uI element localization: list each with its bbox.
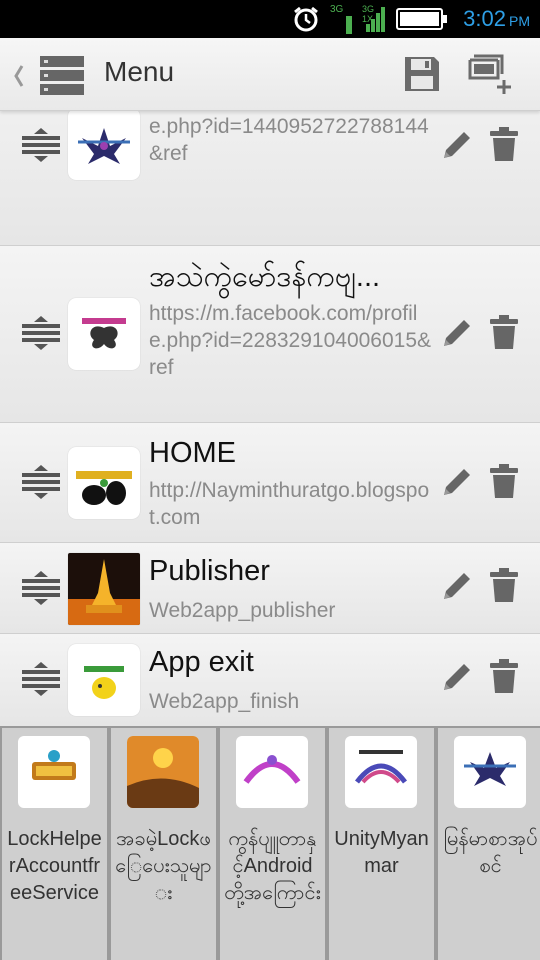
3g-1x-signal-icon: 3G 1X	[360, 4, 390, 34]
tray-tile[interactable]: LockHelperAccountfreeService	[2, 728, 107, 960]
edit-pencil-icon[interactable]	[438, 128, 474, 164]
site-thumbnail	[68, 110, 140, 180]
menu-list[interactable]: https://m.facebook.com/profile.php?id=14…	[0, 110, 540, 726]
action-bar: Menu	[0, 38, 540, 111]
shortcut-tray: LockHelperAccountfreeService အခမဲ့Lockဖြ…	[0, 726, 540, 960]
tile-icon	[454, 736, 526, 808]
delete-trash-icon[interactable]	[488, 463, 520, 499]
edit-pencil-icon[interactable]	[438, 569, 474, 605]
drag-handle-icon[interactable]	[22, 465, 60, 499]
tile-label: UnityMyanmar	[334, 828, 429, 877]
edit-pencil-icon[interactable]	[438, 465, 474, 501]
site-url: https://m.facebook.com/profile.php?id=14…	[149, 110, 429, 165]
delete-trash-icon[interactable]	[488, 126, 520, 162]
list-item[interactable]: အသဲကွဲမော်ဒန်ကဗျ... https://m.facebook.c…	[0, 246, 540, 423]
list-item[interactable]: HOME http://Nayminthuratgo.blogspot.com	[0, 423, 540, 543]
delete-trash-icon[interactable]	[488, 658, 520, 694]
edit-pencil-icon[interactable]	[438, 316, 474, 352]
site-thumbnail	[68, 644, 140, 716]
drag-handle-icon[interactable]	[22, 662, 60, 696]
site-title: Publisher	[149, 555, 270, 587]
add-screen-icon[interactable]	[468, 54, 516, 94]
tile-icon	[236, 736, 308, 808]
alarm-clock-icon	[294, 6, 318, 32]
site-url: https://m.facebook.com/profile.php?id=22…	[149, 302, 432, 379]
clock: 3:02 PM	[463, 6, 530, 31]
tray-tile[interactable]: အခမဲ့Lockဖြေပေးသူများ	[111, 728, 216, 960]
site-thumbnail	[68, 298, 140, 370]
tray-tile[interactable]: UnityMyanmar	[329, 728, 434, 960]
battery-icon	[396, 8, 447, 30]
site-thumbnail	[68, 553, 140, 625]
list-item[interactable]: https://m.facebook.com/profile.php?id=14…	[0, 110, 540, 246]
list-item[interactable]: App exit Web2app_finish	[0, 634, 540, 726]
tile-label: အခမဲ့Lockဖြေပေးသူများ	[115, 828, 212, 904]
tray-tile[interactable]: ကွန်ပျူတာနှင့်Androidတို့အကြောင်း	[220, 728, 325, 960]
tile-icon	[18, 736, 90, 808]
tile-label: ကွန်ပျူတာနှင့်Androidတို့အကြောင်း	[224, 828, 321, 904]
site-title: HOME	[149, 437, 236, 469]
3g-signal-icon: 3G	[328, 4, 356, 34]
edit-pencil-icon[interactable]	[438, 660, 474, 696]
site-title: App exit	[149, 646, 254, 678]
drag-handle-icon[interactable]	[22, 316, 60, 350]
tile-icon	[127, 736, 199, 808]
menu-list-icon	[40, 56, 84, 95]
list-item[interactable]: Publisher Web2app_publisher	[0, 543, 540, 634]
site-thumbnail	[68, 447, 140, 519]
site-url: http://Nayminthuratgo.blogspot.com	[149, 479, 430, 529]
save-icon[interactable]	[402, 54, 442, 94]
tray-tile[interactable]: မြန်မာစာအုပ်စင်	[438, 728, 540, 960]
status-bar: 3G 3G 1X 3:02 PM	[0, 0, 540, 38]
drag-handle-icon[interactable]	[22, 571, 60, 605]
tile-label: LockHelperAccountfreeService	[7, 828, 102, 904]
page-title: Menu	[104, 56, 175, 87]
site-url: Web2app_publisher	[149, 599, 336, 622]
delete-trash-icon[interactable]	[488, 567, 520, 603]
tile-label: မြန်မာစာအုပ်စင်	[443, 828, 538, 877]
delete-trash-icon[interactable]	[488, 314, 520, 350]
home-up-button[interactable]	[8, 56, 84, 95]
site-url: Web2app_finish	[149, 690, 300, 713]
drag-handle-icon[interactable]	[22, 128, 60, 162]
tile-icon	[345, 736, 417, 808]
site-title: အသဲကွဲမော်ဒန်ကဗျ...	[149, 261, 381, 293]
